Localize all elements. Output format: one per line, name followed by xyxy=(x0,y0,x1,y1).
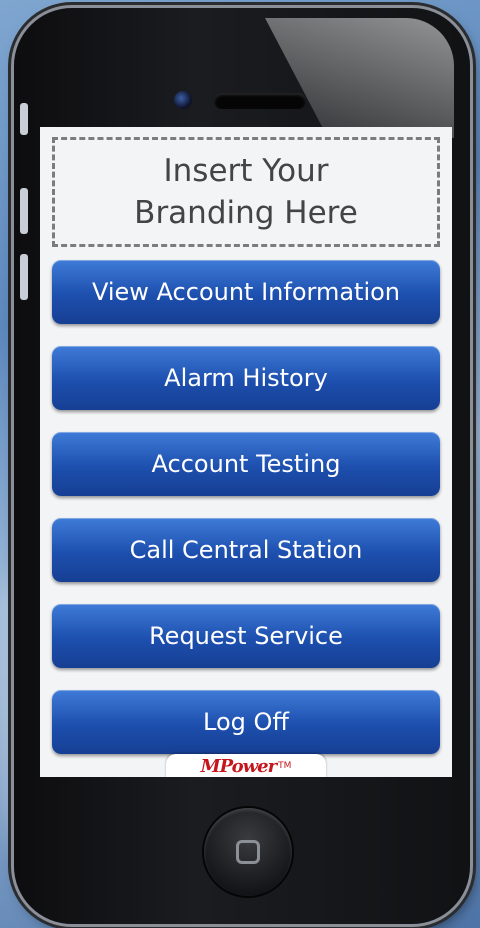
branding-placeholder: Insert Your Branding Here xyxy=(52,137,440,247)
glass-reflection xyxy=(265,18,454,138)
mpower-logo: MPower TM xyxy=(166,754,326,777)
volume-up-button[interactable] xyxy=(20,188,28,234)
branding-line-2: Branding Here xyxy=(134,195,358,231)
logo-text: MPower xyxy=(200,755,277,777)
account-testing-button[interactable]: Account Testing xyxy=(52,432,440,496)
mute-switch[interactable] xyxy=(20,103,28,135)
app-screen: Insert Your Branding Here View Account I… xyxy=(40,127,452,777)
home-square-icon xyxy=(236,840,260,864)
speaker-icon xyxy=(214,93,306,109)
volume-down-button[interactable] xyxy=(20,254,28,300)
log-off-button[interactable]: Log Off xyxy=(52,690,440,754)
view-account-information-button[interactable]: View Account Information xyxy=(52,260,440,324)
request-service-button[interactable]: Request Service xyxy=(52,604,440,668)
camera-icon xyxy=(174,91,192,109)
call-central-station-button[interactable]: Call Central Station xyxy=(52,518,440,582)
alarm-history-button[interactable]: Alarm History xyxy=(52,346,440,410)
branding-line-1: Insert Your xyxy=(163,153,329,189)
logo-suffix: TM xyxy=(278,761,292,771)
home-button[interactable] xyxy=(204,808,292,896)
